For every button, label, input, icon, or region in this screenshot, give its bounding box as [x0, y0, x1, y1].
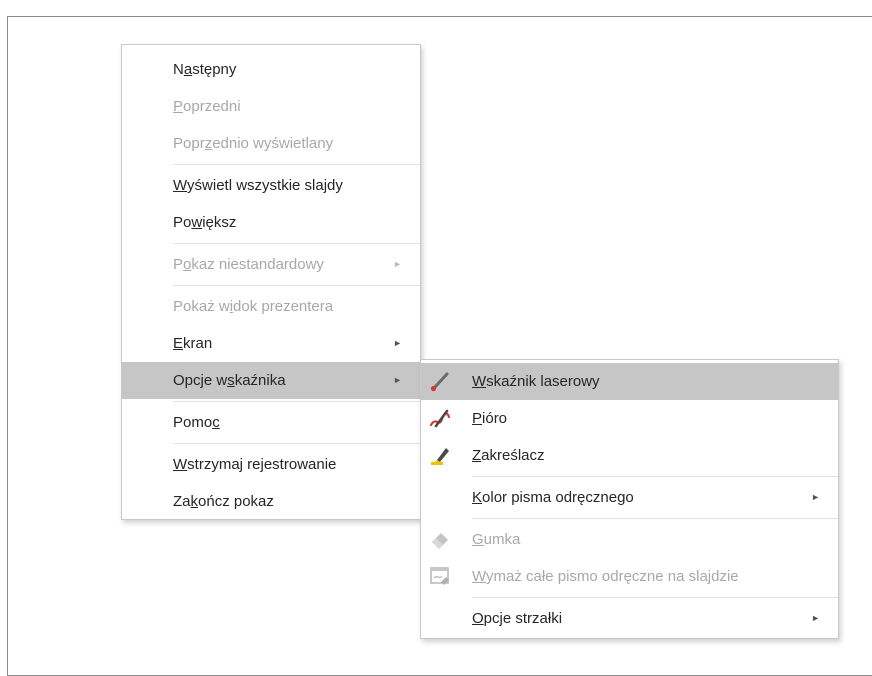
menu-item-label: Wyświetl wszystkie slajdy: [173, 177, 343, 194]
menu-separator: [173, 401, 420, 402]
menu-item-label: Pokaż widok prezentera: [173, 298, 334, 315]
menu-item-end-show[interactable]: Zakończ pokaz: [122, 483, 420, 520]
menu-item-previous[interactable]: Poprzedni: [122, 88, 420, 125]
submenu-arrow-icon: ►: [393, 259, 402, 269]
menu-item-pointer-options[interactable]: Opcje wskaźnika ►: [122, 362, 420, 399]
menu-item-help[interactable]: Pomoc: [122, 404, 420, 441]
menu-item-label: Poprzednio wyświetlany: [173, 135, 334, 152]
menu-item-presenter-view[interactable]: Pokaż widok prezentera: [122, 288, 420, 325]
menu-item-label: Następny: [173, 61, 237, 78]
menu-separator: [173, 243, 420, 244]
menu-item-see-all-slides[interactable]: Wyświetl wszystkie slajdy: [122, 167, 420, 204]
submenu-item-highlighter[interactable]: Zakreślacz: [421, 437, 838, 474]
submenu-item-arrow-options[interactable]: Opcje strzałki ►: [421, 600, 838, 637]
menu-item-label: Wskaźnik laserowy: [472, 373, 600, 390]
pen-icon: [428, 406, 452, 430]
submenu-item-laser-pointer[interactable]: Wskaźnik laserowy: [421, 363, 838, 400]
menu-item-label: Poprzedni: [173, 98, 241, 115]
submenu-arrow-icon: ►: [811, 492, 820, 502]
laser-pointer-icon: [428, 369, 452, 393]
menu-item-label: Zakreślacz: [472, 447, 545, 464]
menu-item-next[interactable]: Następny: [122, 51, 420, 88]
menu-item-label: Pokaz niestandardowy: [173, 256, 324, 273]
pointer-options-submenu: Wskaźnik laserowy Pióro Zakreślacz Kolor…: [420, 359, 839, 639]
menu-item-label: Ekran: [173, 335, 213, 352]
menu-separator: [472, 597, 838, 598]
menu-item-label: Opcje strzałki: [472, 610, 563, 627]
menu-item-label: Opcje wskaźnika: [173, 372, 286, 389]
menu-item-label: Wymaż całe pismo odręczne na slajdzie: [472, 568, 739, 585]
menu-item-label: Kolor pisma odręcznego: [472, 489, 634, 506]
submenu-arrow-icon: ►: [811, 613, 820, 623]
menu-item-label: Gumka: [472, 531, 521, 548]
submenu-item-eraser[interactable]: Gumka: [421, 521, 838, 558]
menu-separator: [173, 443, 420, 444]
menu-item-pause-recording[interactable]: Wstrzymaj rejestrowanie: [122, 446, 420, 483]
submenu-item-pen[interactable]: Pióro: [421, 400, 838, 437]
menu-item-zoom[interactable]: Powiększ: [122, 204, 420, 241]
menu-item-label: Pióro: [472, 410, 508, 427]
menu-item-custom-show[interactable]: Pokaz niestandardowy ►: [122, 246, 420, 283]
submenu-item-ink-color[interactable]: Kolor pisma odręcznego ►: [421, 479, 838, 516]
menu-separator: [472, 476, 838, 477]
menu-separator: [173, 164, 420, 165]
erase-all-ink-icon: [428, 564, 452, 588]
submenu-arrow-icon: ►: [393, 375, 402, 385]
submenu-arrow-icon: ►: [393, 338, 402, 348]
menu-item-screen[interactable]: Ekran ►: [122, 325, 420, 362]
submenu-item-erase-all-ink[interactable]: Wymaż całe pismo odręczne na slajdzie: [421, 558, 838, 595]
menu-separator: [173, 285, 420, 286]
menu-item-label: Wstrzymaj rejestrowanie: [173, 456, 337, 473]
eraser-icon: [428, 527, 452, 551]
menu-item-last-viewed[interactable]: Poprzednio wyświetlany: [122, 125, 420, 162]
menu-item-label: Pomoc: [173, 414, 220, 431]
highlighter-icon: [428, 443, 452, 467]
slideshow-context-menu: Następny Poprzedni Poprzednio wyświetlan…: [121, 44, 421, 520]
menu-item-label: Powiększ: [173, 214, 237, 231]
menu-item-label: Zakończ pokaz: [173, 493, 274, 510]
menu-separator: [472, 518, 838, 519]
